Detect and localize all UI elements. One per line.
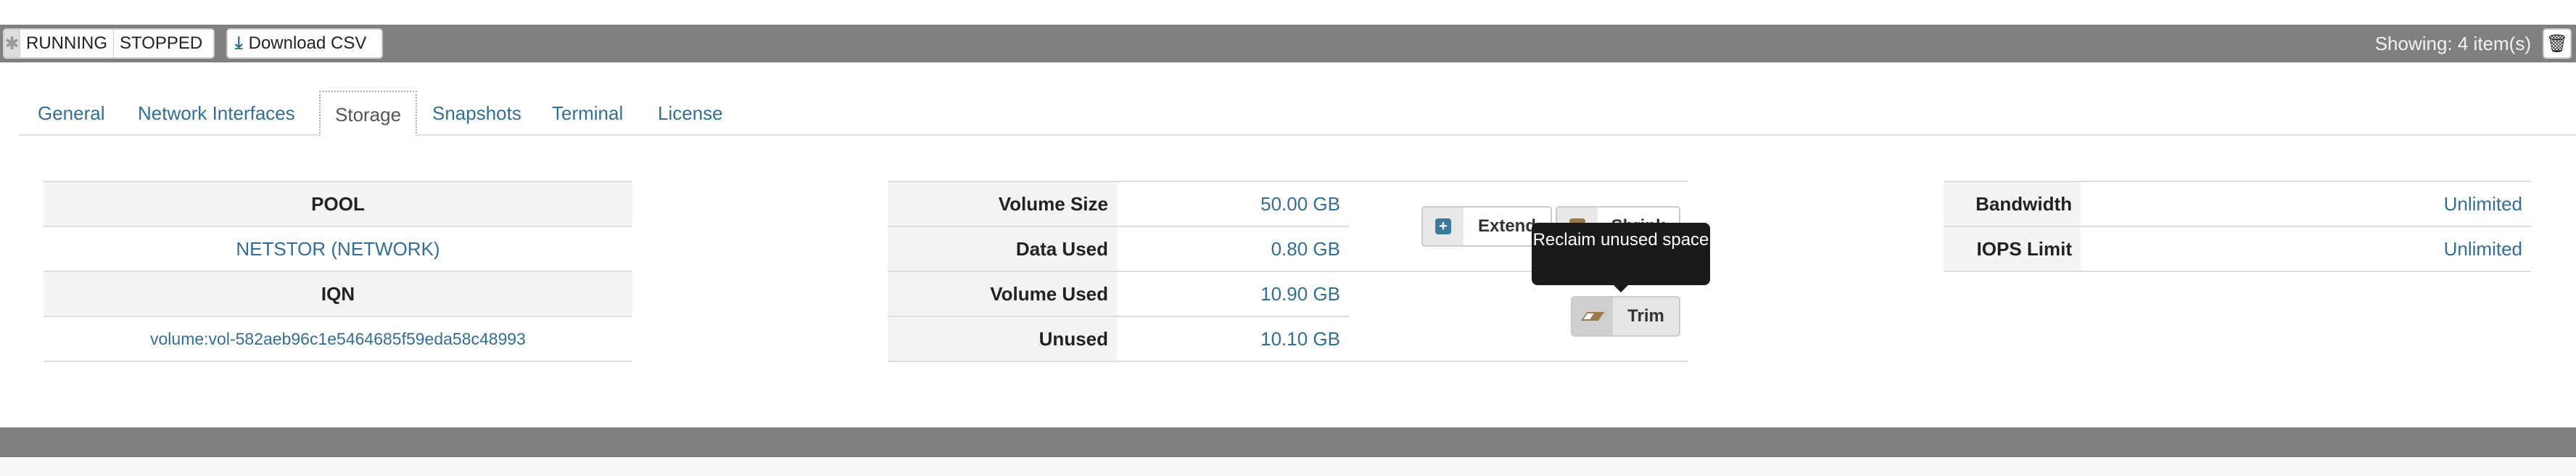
row-value[interactable]: Unlimited xyxy=(2081,181,2531,227)
download-csv-button[interactable]: ⤓ Download CSV xyxy=(226,28,383,59)
plus-icon: + xyxy=(1435,218,1451,234)
trash-icon: 🗑 xyxy=(2546,33,2569,54)
footer xyxy=(0,457,2576,476)
pool-table: POOL NETSTOR (NETWORK) IQN volume:vol-58… xyxy=(44,181,632,362)
top-toolbar: ✱ RUNNING STOPPED ⤓ Download CSV Showing… xyxy=(0,25,2576,62)
table-row: IOPS Limit Unlimited xyxy=(1944,226,2531,272)
trim-tooltip: Reclaim unused space xyxy=(1532,223,1710,292)
download-icon: ⤓ xyxy=(235,33,243,53)
row-label: Volume Used xyxy=(888,271,1117,317)
pool-value[interactable]: NETSTOR (NETWORK) xyxy=(44,226,632,272)
item-count: Showing: 4 item(s) xyxy=(2374,33,2531,54)
tab-license[interactable]: License xyxy=(643,91,738,136)
tab-general[interactable]: General xyxy=(23,91,120,136)
trim-button[interactable]: Trim xyxy=(1571,296,1680,337)
row-label: IOPS Limit xyxy=(1944,226,2081,272)
filter-stopped-button[interactable]: STOPPED xyxy=(114,30,208,57)
row-value: 10.10 GB xyxy=(1117,316,1349,362)
tab-snapshots[interactable]: Snapshots xyxy=(418,91,536,136)
row-label: Bandwidth xyxy=(1944,181,2081,227)
tab-bar: General Network Interfaces Storage Snaps… xyxy=(19,91,2576,136)
bottom-bar xyxy=(0,427,2576,457)
row-label: Data Used xyxy=(888,226,1117,272)
table-row: Bandwidth Unlimited xyxy=(1944,181,2531,227)
trim-label: Trim xyxy=(1627,306,1664,326)
eraser-icon xyxy=(1580,312,1605,321)
delete-button[interactable]: 🗑 xyxy=(2543,28,2572,59)
asterisk-icon[interactable]: ✱ xyxy=(4,30,20,57)
tab-network-interfaces[interactable]: Network Interfaces xyxy=(123,91,310,136)
row-value: 10.90 GB xyxy=(1117,271,1349,317)
row-value[interactable]: Unlimited xyxy=(2081,226,2531,272)
row-value: 50.00 GB xyxy=(1117,181,1349,227)
tab-storage[interactable]: Storage xyxy=(319,91,418,136)
status-filter-group: ✱ RUNNING STOPPED xyxy=(3,28,215,59)
pool-header: POOL xyxy=(44,181,632,227)
row-value: 0.80 GB xyxy=(1117,226,1349,272)
download-csv-label: Download CSV xyxy=(248,33,367,53)
row-label: Volume Size xyxy=(888,181,1117,227)
filter-running-button[interactable]: RUNNING xyxy=(20,30,114,57)
limits-table: Bandwidth Unlimited IOPS Limit Unlimited xyxy=(1944,181,2531,272)
tab-terminal[interactable]: Terminal xyxy=(537,91,637,136)
row-label: Unused xyxy=(888,316,1117,362)
iqn-value: volume:vol-582aeb96c1e5464685f59eda58c48… xyxy=(44,316,632,362)
iqn-header: IQN xyxy=(44,271,632,317)
